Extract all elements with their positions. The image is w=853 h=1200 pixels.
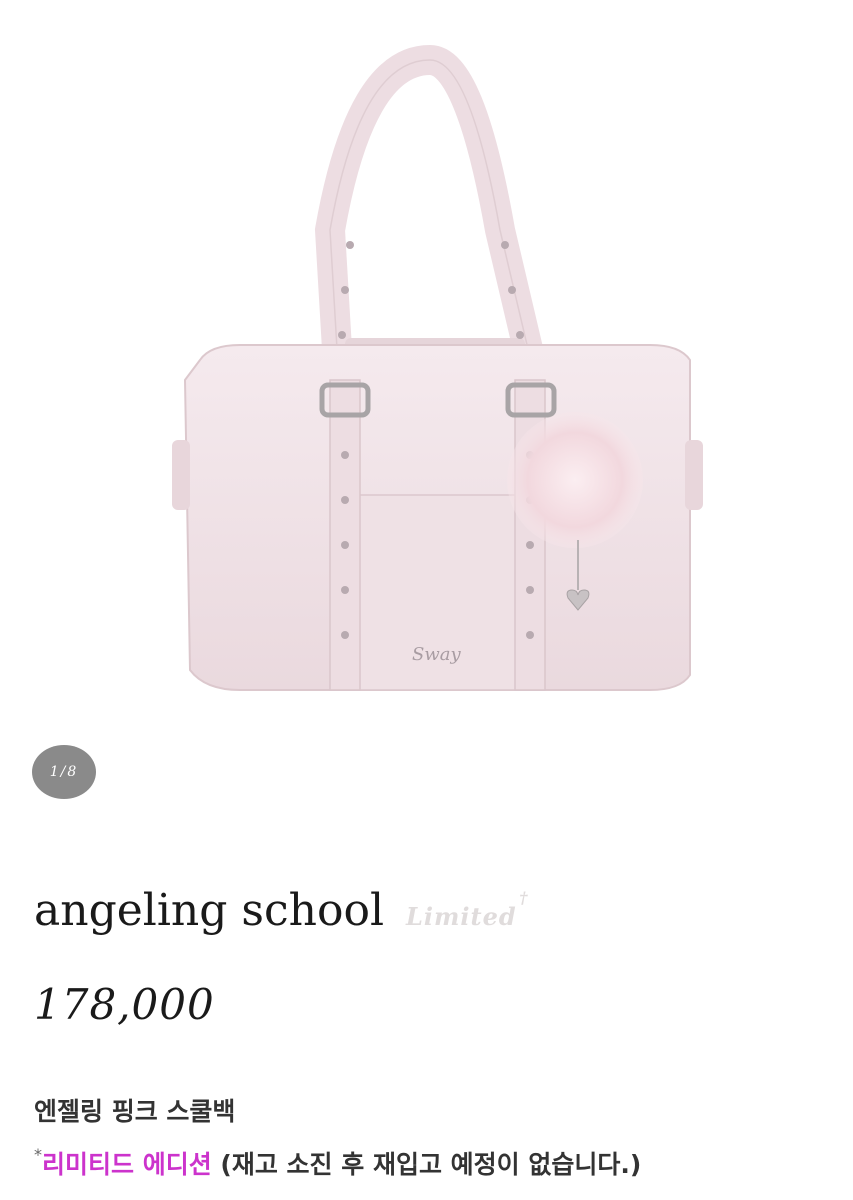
pink-school-bag-illustration: Sway (172, 44, 703, 691)
gallery-page-indicator: 1/8 (32, 745, 96, 799)
edition-label: 리미티드 에디션 (42, 1150, 212, 1179)
edition-note: (재고 소진 후 재입고 예정이 없습니다.) (211, 1150, 642, 1179)
edition-asterisk: * (34, 1145, 42, 1164)
product-price: 178,000 (34, 980, 215, 1029)
product-name: angeling school (34, 885, 385, 936)
dagger-mark: † (519, 888, 529, 907)
limited-badge-label: Limited (406, 902, 517, 931)
product-image[interactable]: Sway (0, 0, 853, 740)
edition-notice: *리미티드 에디션 (재고 소진 후 재입고 예정이 없습니다.) (34, 1145, 641, 1181)
product-title-row: angeling school Limited † (34, 885, 528, 936)
product-subtitle: 엔젤링 핑크 스쿨백 (34, 1097, 236, 1126)
svg-text:Sway: Sway (412, 644, 461, 665)
limited-badge: Limited † (406, 888, 528, 931)
